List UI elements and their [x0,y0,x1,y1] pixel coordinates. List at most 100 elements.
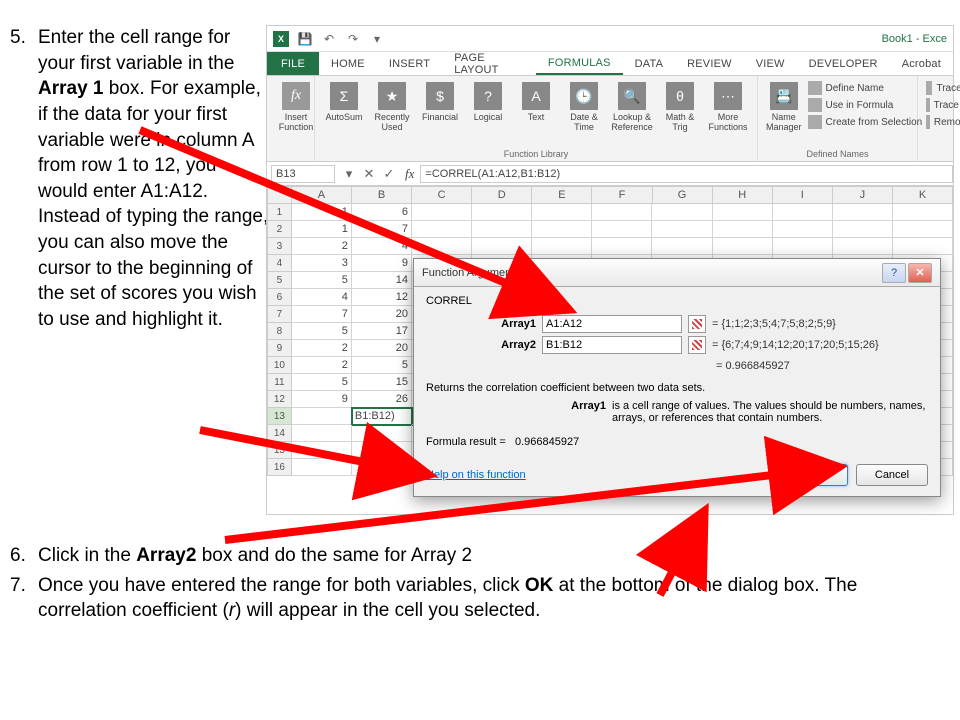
row-header[interactable]: 12 [267,391,292,408]
more-functions-button[interactable]: ⋯More Functions [705,80,751,147]
cancel-button[interactable]: Cancel [856,464,928,486]
cell[interactable]: 4 [352,238,412,255]
cell[interactable] [292,442,352,459]
recently-used-button[interactable]: ★Recently Used [369,80,415,147]
cell[interactable] [532,204,592,221]
cell[interactable]: 14 [352,272,412,289]
tab-developer[interactable]: DEVELOPER [797,52,890,75]
remove-arrows-button[interactable]: Remove A [924,114,960,130]
row-header[interactable]: 14 [267,425,292,442]
cell[interactable] [292,408,352,425]
cell[interactable] [773,221,833,238]
cell[interactable]: 2 [292,340,352,357]
trace-precedents-button[interactable]: Trace Pre [924,80,960,96]
cell[interactable] [412,221,472,238]
logical-button[interactable]: ?Logical [465,80,511,147]
row-header[interactable]: 13 [267,408,292,425]
column-header[interactable]: J [833,186,893,204]
math-trig-button[interactable]: θMath & Trig [657,80,703,147]
row-header[interactable]: 16 [267,459,292,476]
help-link[interactable]: Help on this function [426,469,526,481]
tab-home[interactable]: HOME [319,52,377,75]
formula-input[interactable]: =CORREL(A1:A12,B1:B12) [420,165,953,183]
select-all-corner[interactable] [267,186,292,204]
row-header[interactable]: 10 [267,357,292,374]
tab-page-layout[interactable]: PAGE LAYOUT [442,52,536,75]
cell[interactable]: 4 [292,289,352,306]
array1-collapse-button[interactable] [688,315,706,333]
date-time-button[interactable]: 🕒Date & Time [561,80,607,147]
cell[interactable] [352,442,412,459]
cell[interactable]: 9 [292,391,352,408]
tab-data[interactable]: DATA [623,52,676,75]
cell[interactable] [893,204,953,221]
cell[interactable] [652,221,712,238]
cell[interactable] [352,425,412,442]
row-header[interactable]: 7 [267,306,292,323]
cell[interactable]: 6 [352,204,412,221]
cell[interactable] [833,204,893,221]
cell[interactable] [412,204,472,221]
column-header[interactable]: B [352,186,412,204]
text-button[interactable]: AText [513,80,559,147]
cell[interactable] [773,238,833,255]
row-header[interactable]: 11 [267,374,292,391]
cancel-formula-icon[interactable]: ✕ [359,164,379,184]
row-header[interactable]: 9 [267,340,292,357]
cell[interactable]: 7 [292,306,352,323]
cell[interactable] [412,238,472,255]
ok-button[interactable]: OK [776,464,848,486]
array2-input[interactable]: B1:B12 [542,336,682,354]
tab-acrobat[interactable]: Acrobat [890,52,953,75]
cell[interactable]: 5 [352,357,412,374]
row-header[interactable]: 6 [267,289,292,306]
use-in-formula-button[interactable]: Use in Formula [806,97,925,113]
cell[interactable] [893,221,953,238]
name-manager-button[interactable]: 📇Name Manager [764,80,804,147]
row-header[interactable]: 4 [267,255,292,272]
tab-formulas[interactable]: FORMULAS [536,52,623,75]
qat-dropdown-icon[interactable]: ▾ [367,29,387,49]
tab-file[interactable]: FILE [267,52,319,75]
cell[interactable]: 20 [352,340,412,357]
cell[interactable]: 1 [292,204,352,221]
column-header[interactable]: F [592,186,652,204]
tab-review[interactable]: REVIEW [675,52,744,75]
column-header[interactable]: I [773,186,833,204]
cell[interactable]: 26 [352,391,412,408]
cell[interactable] [472,221,532,238]
fx-icon[interactable]: fx [405,166,414,182]
trace-dependents-button[interactable]: Trace Dep [924,97,960,113]
cell[interactable] [292,459,352,476]
cell[interactable]: 5 [292,374,352,391]
cell[interactable] [532,221,592,238]
column-header[interactable]: C [412,186,472,204]
cell[interactable] [472,204,532,221]
save-icon[interactable]: 💾 [295,29,315,49]
tab-view[interactable]: VIEW [744,52,797,75]
row-header[interactable]: 3 [267,238,292,255]
cell[interactable]: 2 [292,238,352,255]
dialog-close-icon[interactable]: ✕ [908,263,932,283]
autosum-button[interactable]: ΣAutoSum [321,80,367,147]
cell[interactable] [472,238,532,255]
undo-icon[interactable]: ↶ [319,29,339,49]
array2-collapse-button[interactable] [688,336,706,354]
cell[interactable]: 2 [292,357,352,374]
array1-input[interactable]: A1:A12 [542,315,682,333]
cell[interactable] [713,221,773,238]
row-header[interactable]: 8 [267,323,292,340]
cell[interactable] [893,238,953,255]
tab-insert[interactable]: INSERT [377,52,442,75]
cell[interactable] [833,221,893,238]
cell[interactable]: 7 [352,221,412,238]
name-box-dropdown-icon[interactable]: ▾ [339,164,359,184]
cell[interactable] [713,204,773,221]
financial-button[interactable]: $Financial [417,80,463,147]
name-box[interactable]: B13 [271,165,335,183]
cell[interactable] [592,221,652,238]
lookup-reference-button[interactable]: 🔍Lookup & Reference [609,80,655,147]
insert-function-button[interactable]: fx Insert Function [273,80,319,134]
column-header[interactable]: A [292,186,352,204]
cell[interactable]: 5 [292,272,352,289]
